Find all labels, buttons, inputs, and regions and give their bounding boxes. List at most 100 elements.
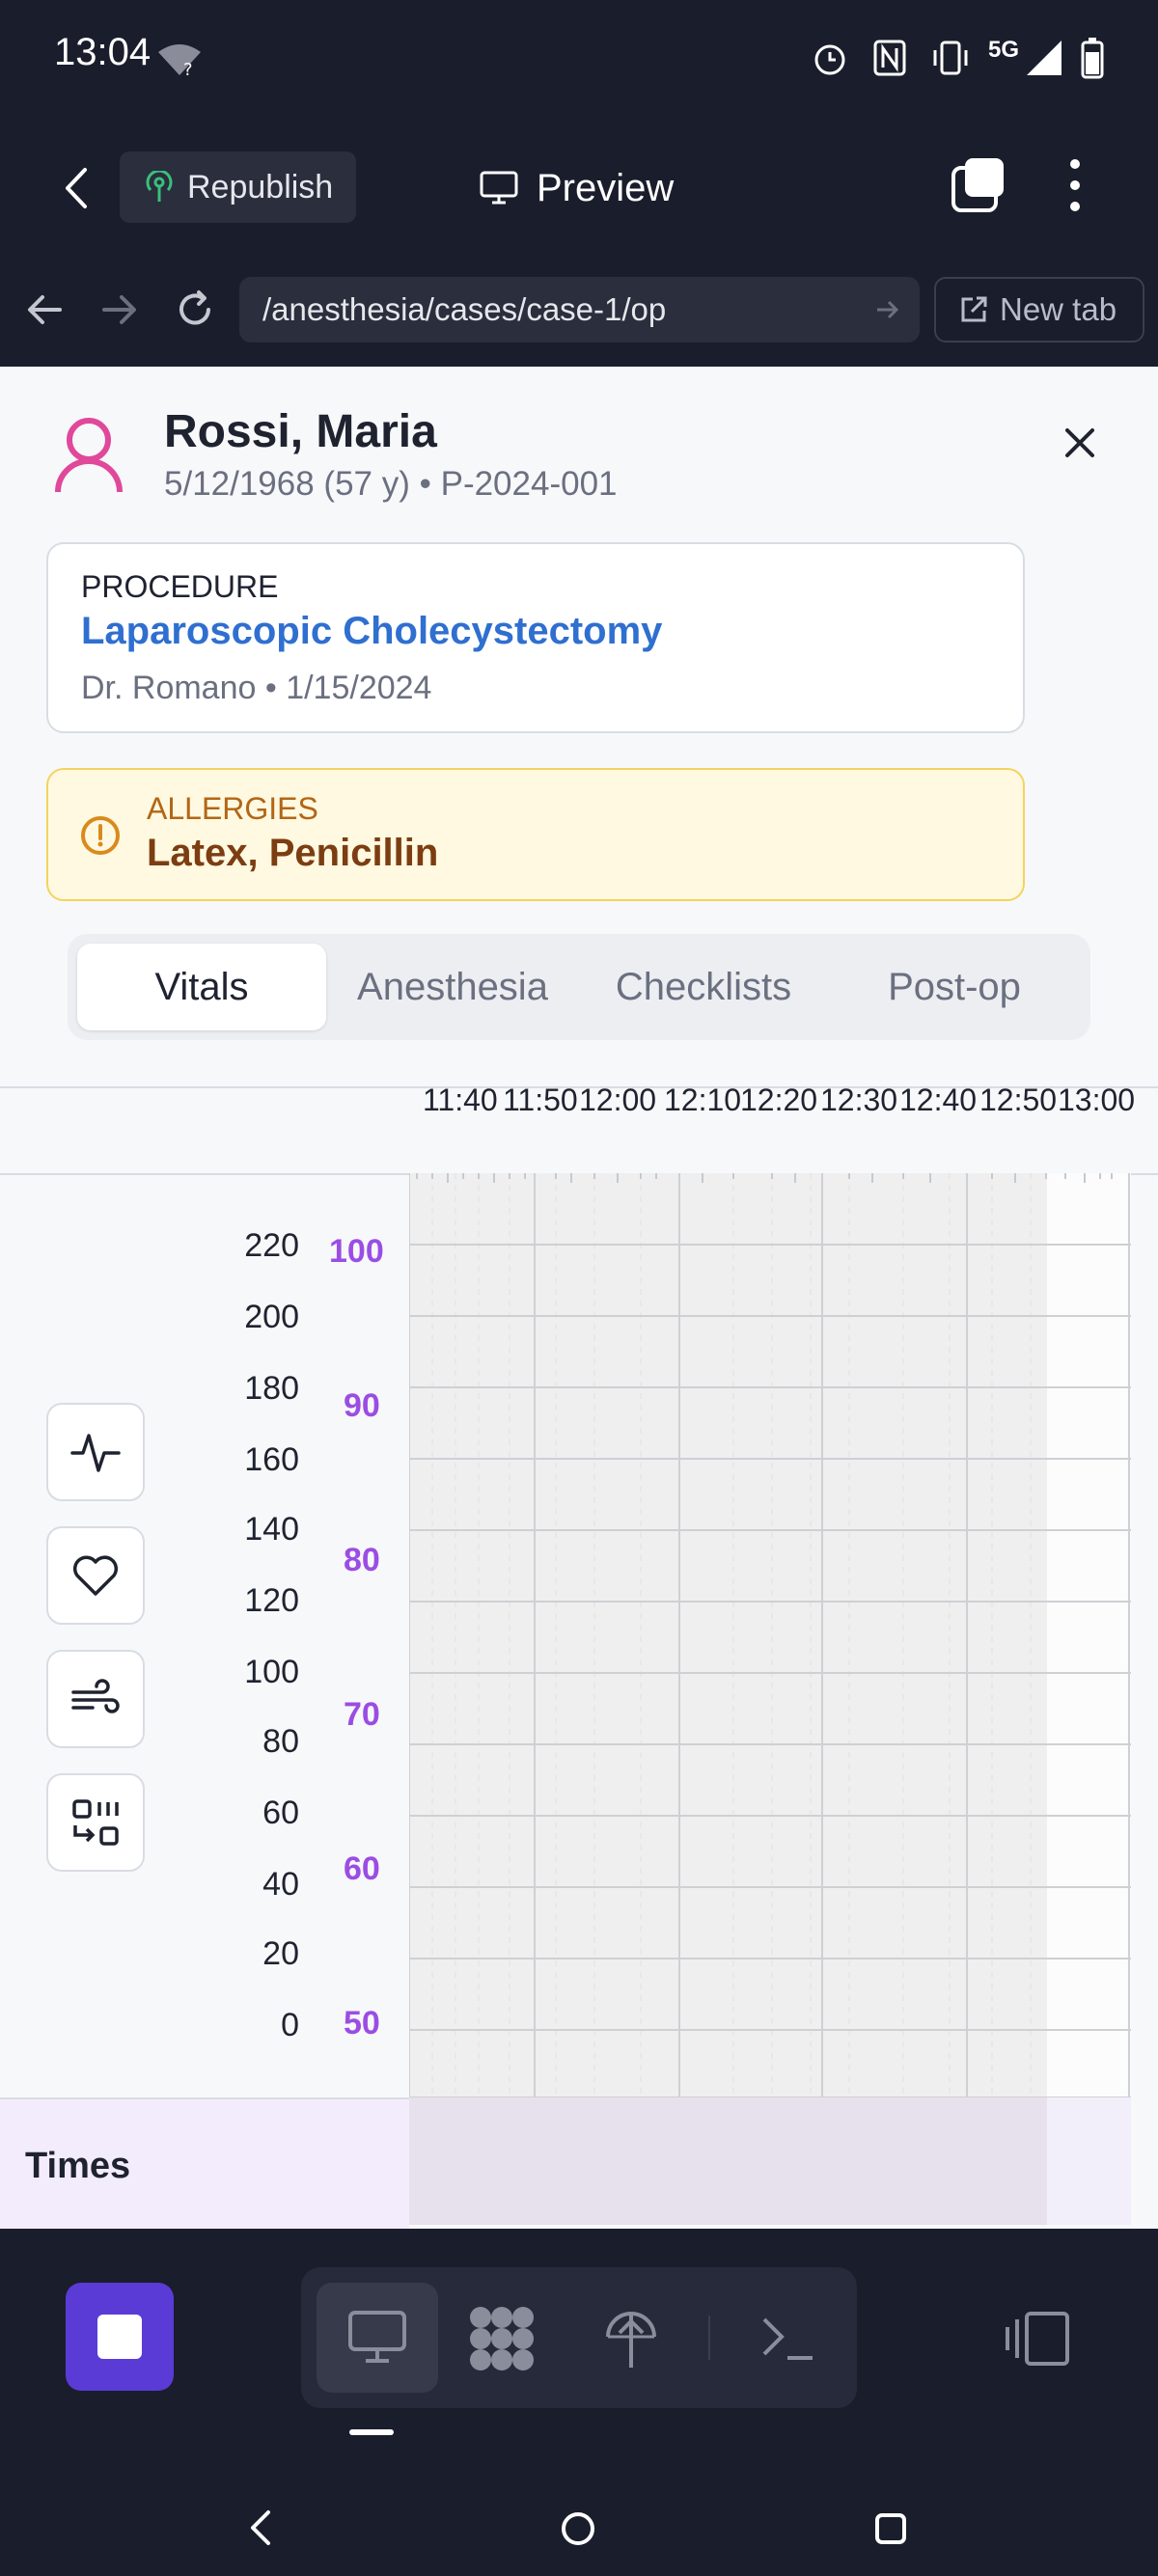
stop-button[interactable]	[66, 2283, 174, 2391]
tabs-bar: Vitals Anesthesia Checklists Post-op	[68, 934, 1090, 1040]
vitals-chart[interactable]	[409, 1173, 1131, 2225]
close-icon[interactable]	[1063, 426, 1096, 459]
time-tick: 12:20	[740, 1082, 818, 1117]
activity-icon	[70, 1434, 121, 1472]
stop-icon	[97, 2315, 142, 2359]
system-back-icon[interactable]	[247, 2508, 274, 2547]
y-axis-left-label: 180	[244, 1370, 299, 1407]
time-tick: 12:50	[979, 1082, 1058, 1117]
url-text: /anesthesia/cases/case-1/op	[262, 291, 667, 327]
page-content: Rossi, Maria 5/12/1968 (57 y) • P-2024-0…	[0, 367, 1158, 2229]
y-axis-right-label: 90	[344, 1387, 380, 1424]
y-axis-left-label: 80	[262, 1723, 299, 1760]
tab-checklists[interactable]: Checklists	[579, 944, 828, 1030]
go-arrow-icon[interactable]	[875, 298, 900, 321]
ventilation-button[interactable]	[46, 1650, 145, 1748]
url-bar: /anesthesia/cases/case-1/op New tab	[0, 256, 1158, 369]
tabs-icon[interactable]	[950, 156, 1007, 214]
signal-icon	[1027, 41, 1062, 75]
monitor-icon	[480, 171, 518, 205]
y-axis-left-label: 100	[244, 1654, 299, 1690]
status-time: 13:04	[54, 31, 152, 73]
heart-icon	[72, 1555, 119, 1596]
y-axis-left-label: 40	[262, 1866, 299, 1903]
y-axis-left-label: 160	[244, 1441, 299, 1478]
app-header: Republish Preview	[0, 116, 1158, 258]
monitor-icon	[348, 2311, 406, 2363]
reload-icon[interactable]	[174, 288, 216, 331]
times-row: Times	[0, 2097, 409, 2229]
new-tab-button[interactable]: New tab	[934, 277, 1144, 343]
system-recents-icon[interactable]	[874, 2512, 907, 2545]
active-indicator	[349, 2429, 394, 2435]
nav-forward-icon[interactable]	[100, 292, 139, 327]
patient-icon	[55, 418, 123, 493]
tool-group	[301, 2267, 857, 2408]
alarm-icon	[814, 44, 845, 75]
system-home-icon[interactable]	[560, 2510, 596, 2547]
deploy-icon[interactable]	[602, 2304, 660, 2371]
time-tick: 13:00	[1058, 1082, 1136, 1117]
y-axis-left-label: 60	[262, 1795, 299, 1831]
patient-name: Rossi, Maria	[164, 406, 437, 457]
republish-button[interactable]: Republish	[120, 151, 356, 223]
status-bar: 13:04 ? 5G	[0, 0, 1158, 116]
y-axis-left-label: 0	[281, 2007, 299, 2043]
y-axis-right-label: 80	[344, 1542, 380, 1578]
network-label: 5G	[988, 37, 1020, 63]
swap-icon	[72, 1799, 119, 1846]
republish-label: Republish	[187, 168, 334, 206]
panel-toggle-icon[interactable]	[1004, 2310, 1071, 2368]
convert-button[interactable]	[46, 1773, 145, 1872]
time-tick: 12:40	[899, 1082, 978, 1117]
terminal-icon[interactable]	[758, 2312, 816, 2364]
alert-circle-icon	[81, 816, 120, 855]
time-tick: 12:00	[579, 1082, 657, 1117]
procedure-details: Dr. Romano • 1/15/2024	[81, 670, 432, 706]
y-axis-right-label: 100	[329, 1233, 384, 1270]
vibrate-icon	[933, 41, 968, 75]
vitals-pulse-button[interactable]	[46, 1403, 145, 1501]
wind-icon	[71, 1679, 120, 1713]
nav-back-icon[interactable]	[25, 292, 64, 327]
battery-icon	[1081, 38, 1104, 79]
procedure-heading: PROCEDURE	[81, 569, 279, 604]
more-vert-icon[interactable]	[1060, 156, 1090, 214]
y-axis-right-label: 70	[344, 1696, 380, 1733]
heart-rate-button[interactable]	[46, 1526, 145, 1625]
time-tick: 12:10	[664, 1082, 742, 1117]
broadcast-icon	[146, 171, 173, 202]
y-axis-left-label: 120	[244, 1582, 299, 1619]
y-axis-left-label: 20	[262, 1935, 299, 1972]
external-link-icon	[961, 296, 987, 322]
allergies-heading: ALLERGIES	[147, 791, 318, 826]
allergies-card: ALLERGIES Latex, Penicillin	[46, 768, 1025, 901]
bottom-toolbar	[0, 2229, 1158, 2576]
times-label: Times	[25, 2146, 131, 2186]
preview-button[interactable]: Preview	[479, 154, 674, 222]
allergies-value: Latex, Penicillin	[147, 832, 439, 874]
time-tick: 11:40	[423, 1082, 498, 1117]
y-axis-left-label: 220	[244, 1227, 299, 1264]
back-icon[interactable]	[58, 166, 96, 210]
new-tab-label: New tab	[1000, 291, 1117, 327]
workflow-icon[interactable]	[467, 2304, 537, 2373]
url-field[interactable]: /anesthesia/cases/case-1/op	[239, 277, 920, 343]
y-axis-right-label: 60	[344, 1850, 380, 1887]
tool-divider	[708, 2316, 710, 2360]
tab-anesthesia[interactable]: Anesthesia	[328, 944, 577, 1030]
tab-post-op[interactable]: Post-op	[830, 944, 1079, 1030]
time-tick: 12:30	[820, 1082, 898, 1117]
tab-vitals[interactable]: Vitals	[77, 944, 326, 1030]
svg-text:?: ?	[183, 60, 193, 77]
preview-label: Preview	[537, 166, 675, 209]
y-axis-left-label: 200	[244, 1299, 299, 1335]
desktop-view-button[interactable]	[317, 2283, 438, 2393]
time-tick: 11:50	[503, 1082, 578, 1117]
timeline-header: 11:40 11:50 12:00 12:10 12:20 12:30 12:4…	[0, 1082, 1158, 1175]
wifi-icon: ?	[158, 44, 201, 77]
procedure-name[interactable]: Laparoscopic Cholecystectomy	[81, 610, 662, 653]
y-axis-right-label: 50	[344, 2005, 380, 2042]
nfc-icon	[873, 40, 906, 76]
patient-details: 5/12/1968 (57 y) • P-2024-001	[164, 465, 618, 503]
